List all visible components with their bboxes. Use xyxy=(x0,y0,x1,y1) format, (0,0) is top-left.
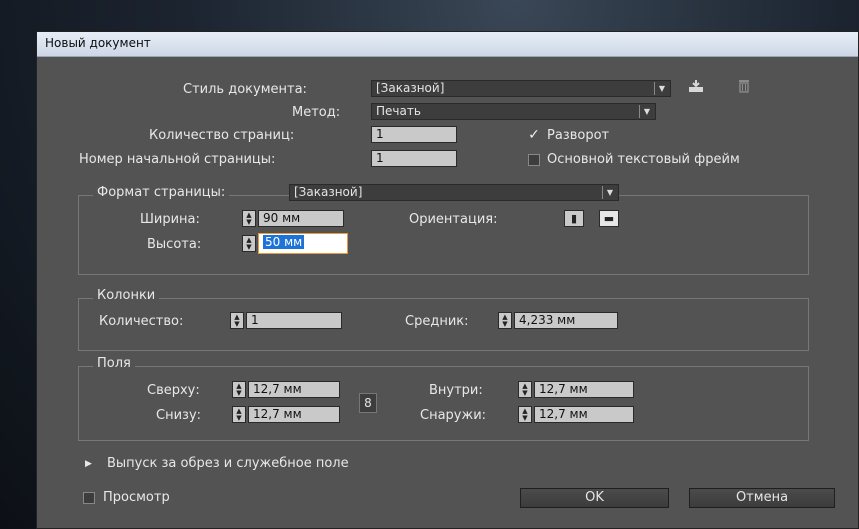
chain-link-icon[interactable]: 8 xyxy=(359,393,377,413)
margin-outside-input[interactable]: 12,7 мм xyxy=(534,406,634,423)
new-document-dialog: Новый документ Стиль документа: [Заказно… xyxy=(36,31,859,529)
start-page-input[interactable]: 1 xyxy=(371,150,457,167)
page-format-group xyxy=(78,195,809,275)
page-format-label: Формат страницы: xyxy=(93,185,230,200)
margin-bottom-input[interactable]: 12,7 мм xyxy=(248,406,340,423)
height-input[interactable]: 50 мм xyxy=(258,233,348,254)
margin-bottom-stepper[interactable]: ▲ ▼ xyxy=(232,406,246,423)
document-style-value: [Заказной] xyxy=(376,81,445,95)
margin-top-label: Сверху: xyxy=(147,383,200,398)
margins-title: Поля xyxy=(93,356,135,371)
chevron-down-icon: ▼ xyxy=(639,105,654,118)
margin-inside-label: Внутри: xyxy=(429,383,483,398)
columns-title: Колонки xyxy=(93,288,160,303)
margin-outside-label: Снаружи: xyxy=(420,408,487,423)
ok-button[interactable]: OK xyxy=(520,488,669,508)
landscape-orientation-icon[interactable]: ▬ xyxy=(599,210,619,227)
margin-inside-input[interactable]: 12,7 мм xyxy=(534,381,634,398)
page-format-value: [Заказной] xyxy=(294,185,363,199)
chevron-down-icon: ▼ xyxy=(602,186,617,199)
trash-icon[interactable] xyxy=(737,79,751,97)
gutter-label: Средник: xyxy=(405,314,469,329)
title-bar[interactable]: Новый документ xyxy=(37,32,858,57)
margin-bottom-label: Снизу: xyxy=(156,408,202,423)
width-label: Ширина: xyxy=(140,212,200,227)
start-page-label: Номер начальной страницы: xyxy=(79,152,276,167)
margin-outside-stepper[interactable]: ▲ ▼ xyxy=(518,406,532,423)
facing-pages-checkbox[interactable]: ✓ xyxy=(528,128,540,142)
dialog-title: Новый документ xyxy=(45,36,151,50)
document-style-label: Стиль документа: xyxy=(183,82,307,97)
column-count-input[interactable]: 1 xyxy=(246,312,342,329)
height-label: Высота: xyxy=(147,237,202,252)
method-label: Метод: xyxy=(292,105,341,120)
height-stepper[interactable]: ▲ ▼ xyxy=(242,235,256,252)
margin-top-input[interactable]: 12,7 мм xyxy=(248,381,340,398)
page-count-input[interactable]: 1 xyxy=(371,126,457,143)
column-count-stepper[interactable]: ▲ ▼ xyxy=(230,312,244,329)
height-input-selection: 50 мм xyxy=(263,235,305,249)
margins-group xyxy=(78,366,809,441)
facing-pages-label: Разворот xyxy=(547,128,610,143)
page-format-dropdown[interactable]: [Заказной] ▼ xyxy=(289,184,619,201)
page-count-label: Количество страниц: xyxy=(149,128,295,143)
gutter-stepper[interactable]: ▲ ▼ xyxy=(498,312,512,329)
primary-text-frame-label: Основной текстовый фрейм xyxy=(547,152,740,167)
gutter-input[interactable]: 4,233 мм xyxy=(514,312,618,329)
orientation-label: Ориентация: xyxy=(409,212,498,227)
method-value: Печать xyxy=(376,104,421,118)
margin-inside-stepper[interactable]: ▲ ▼ xyxy=(518,381,532,398)
preview-checkbox[interactable] xyxy=(83,492,95,504)
expand-triangle-icon[interactable]: ▶ xyxy=(85,459,92,469)
chevron-down-icon: ▼ xyxy=(654,82,669,95)
save-preset-icon[interactable] xyxy=(688,79,704,97)
column-count-label: Количество: xyxy=(99,314,184,329)
width-stepper[interactable]: ▲ ▼ xyxy=(242,210,256,227)
width-input[interactable]: 90 мм xyxy=(258,210,344,227)
margin-top-stepper[interactable]: ▲ ▼ xyxy=(232,381,246,398)
portrait-orientation-icon[interactable]: ▮ xyxy=(564,210,584,227)
preview-label: Просмотр xyxy=(103,490,170,505)
document-style-dropdown[interactable]: [Заказной] ▼ xyxy=(371,80,671,97)
cancel-button[interactable]: Отмена xyxy=(689,488,835,508)
bleed-slug-label[interactable]: Выпуск за обрез и служебное поле xyxy=(107,456,349,471)
method-dropdown[interactable]: Печать ▼ xyxy=(371,103,656,120)
primary-text-frame-checkbox[interactable] xyxy=(528,154,540,166)
